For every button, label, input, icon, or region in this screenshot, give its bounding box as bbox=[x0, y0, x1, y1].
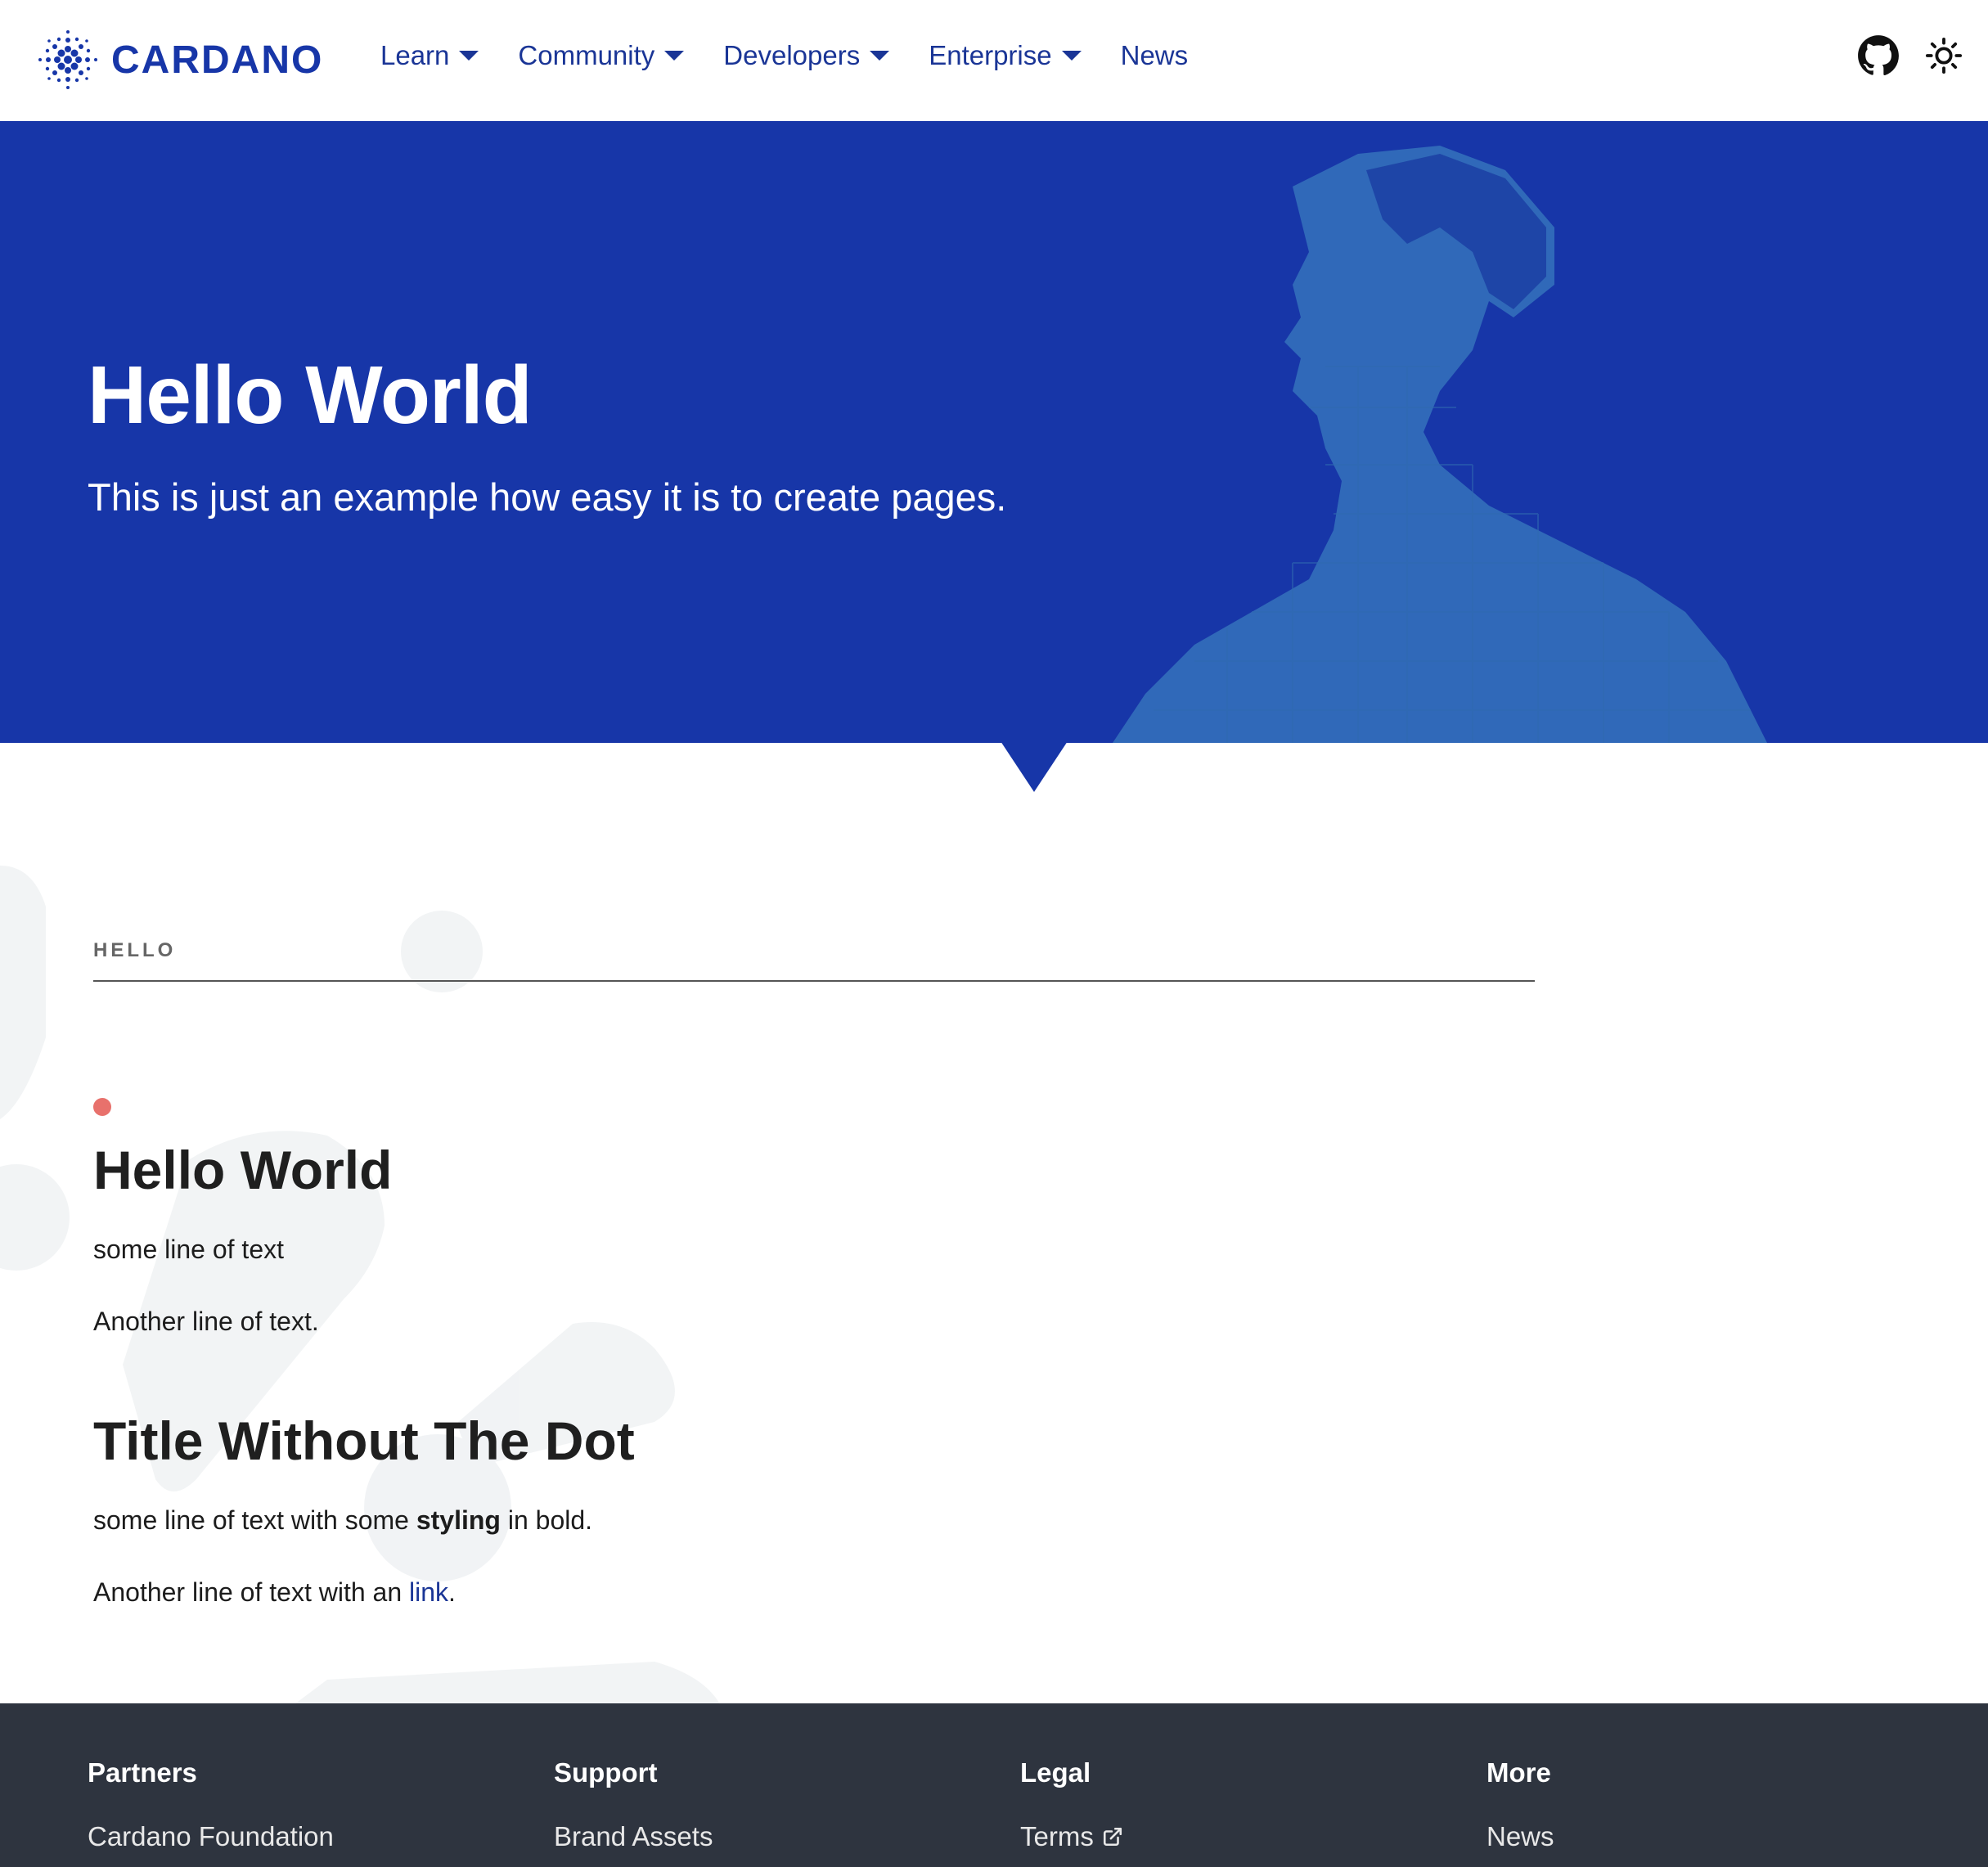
nav-item-enterprise[interactable]: Enterprise bbox=[929, 40, 1082, 71]
caret-down-icon bbox=[870, 51, 890, 61]
section-title-hello-world: Hello World bbox=[93, 1140, 393, 1200]
hero-pointer-arrow bbox=[1001, 741, 1068, 792]
footer-heading: Support bbox=[554, 1757, 658, 1788]
hero-title: Hello World bbox=[88, 349, 533, 441]
text-segment: . bbox=[448, 1577, 456, 1608]
footer-link-label: Terms bbox=[1020, 1821, 1094, 1851]
footer-link-cardano-foundation[interactable]: Cardano Foundation bbox=[88, 1821, 334, 1852]
section-kicker: HELLO bbox=[93, 933, 1535, 982]
caret-down-icon bbox=[664, 51, 685, 61]
nav-item-label: News bbox=[1120, 40, 1189, 70]
footer-link-label: News bbox=[1487, 1821, 1554, 1851]
footer-link-label: Brand Assets bbox=[554, 1821, 713, 1851]
paragraph-with-link: Another line of text with an link. bbox=[93, 1577, 1535, 1608]
nav-item-label: Community bbox=[518, 40, 655, 70]
top-navigation: CARDANO Learn Community Developers Enter… bbox=[0, 0, 1988, 121]
paragraph-line-2: Another line of text. bbox=[93, 1307, 319, 1337]
cardano-logo-icon bbox=[38, 30, 97, 89]
footer-column-more: More News bbox=[1487, 1757, 1554, 1852]
theme-toggle-button[interactable] bbox=[1921, 33, 1967, 79]
hero-subtitle: This is just an example how easy it is t… bbox=[88, 475, 1007, 519]
site-footer: Partners Cardano Foundation Support Bran… bbox=[0, 1703, 1988, 1867]
nav-actions bbox=[1836, 33, 1967, 79]
footer-column-partners: Partners Cardano Foundation bbox=[88, 1757, 334, 1852]
sun-icon bbox=[1925, 37, 1963, 74]
nav-item-label: Enterprise bbox=[929, 40, 1052, 70]
page-content: HELLO Hello World some line of text Anot… bbox=[93, 933, 1535, 1608]
footer-link-news[interactable]: News bbox=[1487, 1821, 1554, 1852]
footer-link-terms[interactable]: Terms bbox=[1020, 1821, 1123, 1852]
hero-portrait-image bbox=[1113, 146, 1767, 743]
github-button[interactable] bbox=[1855, 33, 1901, 79]
caret-down-icon bbox=[459, 51, 479, 61]
bold-text: styling bbox=[416, 1505, 501, 1535]
cardano-logo-link[interactable]: CARDANO bbox=[38, 23, 323, 97]
nav-item-community[interactable]: Community bbox=[518, 40, 685, 71]
footer-column-support: Support Brand Assets bbox=[554, 1757, 713, 1852]
github-icon bbox=[1858, 35, 1899, 76]
footer-column-legal: Legal Terms bbox=[1020, 1757, 1123, 1852]
text-segment: Another line of text with an bbox=[93, 1577, 409, 1608]
nav-item-news[interactable]: News bbox=[1121, 40, 1189, 71]
footer-link-label: Cardano Foundation bbox=[88, 1821, 334, 1851]
main-menu: Learn Community Developers Enterprise Ne… bbox=[380, 0, 1227, 111]
footer-heading: Legal bbox=[1020, 1757, 1091, 1788]
footer-link-brand-assets[interactable]: Brand Assets bbox=[554, 1821, 713, 1852]
external-link-icon bbox=[1103, 1827, 1122, 1847]
brand-name: CARDANO bbox=[111, 38, 324, 82]
section-title-without-dot: Title Without The Dot bbox=[93, 1410, 635, 1471]
nav-item-learn[interactable]: Learn bbox=[380, 40, 479, 71]
text-segment: in bold. bbox=[500, 1505, 593, 1535]
nav-item-developers[interactable]: Developers bbox=[723, 40, 890, 71]
inline-link[interactable]: link bbox=[409, 1577, 448, 1607]
text-segment: some line of text with some bbox=[93, 1505, 416, 1535]
hero-banner: Hello World This is just an example how … bbox=[0, 121, 1988, 743]
footer-heading: Partners bbox=[88, 1757, 197, 1788]
paragraph-line-1: some line of text bbox=[93, 1235, 284, 1264]
caret-down-icon bbox=[1061, 51, 1082, 61]
nav-item-label: Learn bbox=[380, 40, 450, 70]
nav-item-label: Developers bbox=[723, 40, 861, 70]
title-dot-icon bbox=[93, 1098, 111, 1116]
footer-heading: More bbox=[1487, 1757, 1551, 1788]
paragraph-styled: some line of text with some styling in b… bbox=[93, 1505, 1535, 1536]
